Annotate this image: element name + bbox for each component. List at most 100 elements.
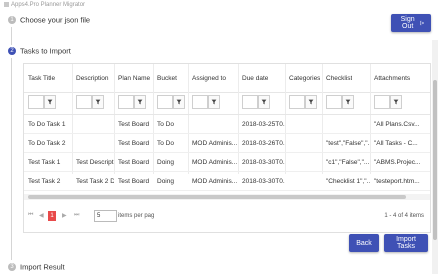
- filter-input-due-date[interactable]: [242, 95, 258, 109]
- cell-due-date: 2018-03-25T0...: [242, 121, 285, 128]
- column-header-categories[interactable]: Categories: [289, 75, 320, 82]
- first-page-icon[interactable]: ⏮: [28, 212, 33, 219]
- filter-input-bucket[interactable]: [157, 95, 173, 109]
- cell-due-date: 2018-03-26T0...: [242, 140, 285, 147]
- cell-assigned-to: MOD Adminis...: [192, 159, 238, 166]
- filter-input-task-title[interactable]: [28, 95, 44, 109]
- step-number: 2: [8, 47, 16, 56]
- cell-checklist: "Checklist 1","...: [326, 178, 370, 185]
- page-vertical-scrollbar[interactable]: [432, 40, 438, 274]
- cell-assigned-to: MOD Adminis...: [192, 140, 238, 147]
- filter-icon: [47, 99, 53, 105]
- tasks-grid: Task Title Description Plan Name Bucket …: [23, 63, 431, 233]
- cell-task-title: To Do Task 2: [28, 140, 66, 147]
- step-connector: [11, 27, 12, 45]
- scrollbar-thumb[interactable]: [28, 195, 406, 199]
- cell-due-date: 2018-03-30T0...: [242, 159, 285, 166]
- cell-plan-name: Test Board: [118, 159, 150, 166]
- cell-task-title: Test Task 2: [28, 178, 61, 185]
- cell-plan-name: Test Board: [118, 178, 150, 185]
- column-header-task-title[interactable]: Task Title: [28, 75, 55, 82]
- filter-input-assigned-to[interactable]: [192, 95, 208, 109]
- app-icon: [4, 1, 9, 7]
- filter-input-attachments[interactable]: [374, 95, 390, 109]
- next-page-icon[interactable]: ▶: [62, 212, 67, 219]
- grid-horizontal-scrollbar[interactable]: [24, 194, 430, 200]
- step-label: Tasks to Import: [20, 46, 71, 56]
- filter-button-plan-name[interactable]: [134, 95, 146, 109]
- filter-icon: [261, 99, 267, 105]
- step-number: 1: [8, 16, 16, 25]
- back-button[interactable]: Back: [349, 234, 379, 252]
- filter-button-task-title[interactable]: [44, 95, 56, 109]
- column-header-attachments[interactable]: Attachments: [374, 75, 410, 82]
- cell-bucket: Doing: [157, 159, 174, 166]
- table-row[interactable]: To Do Task 1 Test Board To Do 2018-03-25…: [24, 115, 430, 134]
- column-header-description[interactable]: Description: [76, 75, 109, 82]
- table-row[interactable]: Test Task 2 Test Task 2 D... Test Board …: [24, 172, 430, 191]
- column-header-due-date[interactable]: Due date: [242, 75, 268, 82]
- filter-icon: [308, 99, 314, 105]
- cell-task-title: To Do Task 1: [28, 121, 66, 128]
- scrollbar-thumb[interactable]: [433, 80, 437, 240]
- table-row[interactable]: Test Task 1 Test Descripti... Test Board…: [24, 153, 430, 172]
- filter-icon: [393, 99, 399, 105]
- window-title: Apps4.Pro Planner Migrator: [11, 2, 86, 8]
- filter-button-assigned-to[interactable]: [208, 95, 220, 109]
- column-header-bucket[interactable]: Bucket: [157, 75, 177, 82]
- step-label: Choose your json file: [20, 15, 91, 25]
- filter-input-categories[interactable]: [289, 95, 305, 109]
- prev-page-icon[interactable]: ◀: [39, 212, 44, 219]
- step-connector: [11, 58, 12, 260]
- cell-plan-name: Test Board: [118, 121, 150, 128]
- cell-bucket: To Do: [157, 121, 174, 128]
- grid-filter-row: [24, 92, 430, 115]
- import-tasks-button[interactable]: Import Tasks: [384, 234, 428, 252]
- cell-attachments: "ABMS.Projec...: [374, 159, 421, 166]
- filter-icon: [345, 99, 351, 105]
- filter-icon: [176, 99, 182, 105]
- sign-out-icon: [420, 20, 425, 26]
- cell-description: Test Task 2 D...: [76, 178, 114, 185]
- filter-input-checklist[interactable]: [326, 95, 342, 109]
- grid-pager: ⏮ ◀ 1 ▶ ⏭ 5 items per pag 1 - 4 of 4 ite…: [24, 204, 430, 228]
- cell-description: Test Descripti...: [76, 159, 114, 166]
- cell-bucket: To Do: [157, 140, 174, 147]
- filter-button-categories[interactable]: [305, 95, 317, 109]
- column-header-plan-name[interactable]: Plan Name: [118, 75, 150, 82]
- step-import-result[interactable]: 3 Import Result: [8, 262, 65, 272]
- cell-checklist: "test","False","...: [326, 140, 370, 147]
- step-label: Import Result: [20, 262, 65, 272]
- column-header-checklist[interactable]: Checklist: [326, 75, 352, 82]
- filter-button-description[interactable]: [92, 95, 104, 109]
- filter-button-due-date[interactable]: [258, 95, 270, 109]
- filter-button-bucket[interactable]: [173, 95, 185, 109]
- pager-info: 1 - 4 of 4 items: [384, 213, 424, 219]
- step-tasks-to-import[interactable]: 2 Tasks to Import: [8, 46, 71, 56]
- page-size-label: items per pag: [118, 213, 155, 219]
- cell-attachments: "testeport.htm...: [374, 178, 420, 185]
- filter-icon: [95, 99, 101, 105]
- sign-out-button[interactable]: Sign Out: [391, 14, 431, 32]
- filter-button-attachments[interactable]: [390, 95, 402, 109]
- filter-input-description[interactable]: [76, 95, 92, 109]
- table-row[interactable]: To Do Task 2 Test Board To Do MOD Admini…: [24, 134, 430, 153]
- cell-checklist: "c1","False","...: [326, 159, 370, 166]
- step-choose-file[interactable]: 1 Choose your json file: [8, 15, 90, 25]
- filter-icon: [211, 99, 217, 105]
- cell-assigned-to: MOD Adminis...: [192, 178, 238, 185]
- step-number: 3: [8, 263, 16, 272]
- last-page-icon[interactable]: ⏭: [74, 212, 79, 219]
- cell-plan-name: Test Board: [118, 140, 150, 147]
- cell-attachments: "All Plans.Csv...: [374, 121, 420, 128]
- cell-attachments: "All Tasks - C...: [374, 140, 418, 147]
- page-size-input[interactable]: 5: [94, 210, 117, 222]
- page-number-current[interactable]: 1: [48, 211, 56, 221]
- filter-button-checklist[interactable]: [342, 95, 354, 109]
- window-titlebar: Apps4.Pro Planner Migrator: [0, 0, 440, 11]
- column-header-assigned-to[interactable]: Assigned to: [192, 75, 226, 82]
- cell-due-date: 2018-03-30T0...: [242, 178, 285, 185]
- filter-input-plan-name[interactable]: [118, 95, 134, 109]
- sign-out-label: Sign Out: [400, 16, 415, 30]
- filter-icon: [137, 99, 143, 105]
